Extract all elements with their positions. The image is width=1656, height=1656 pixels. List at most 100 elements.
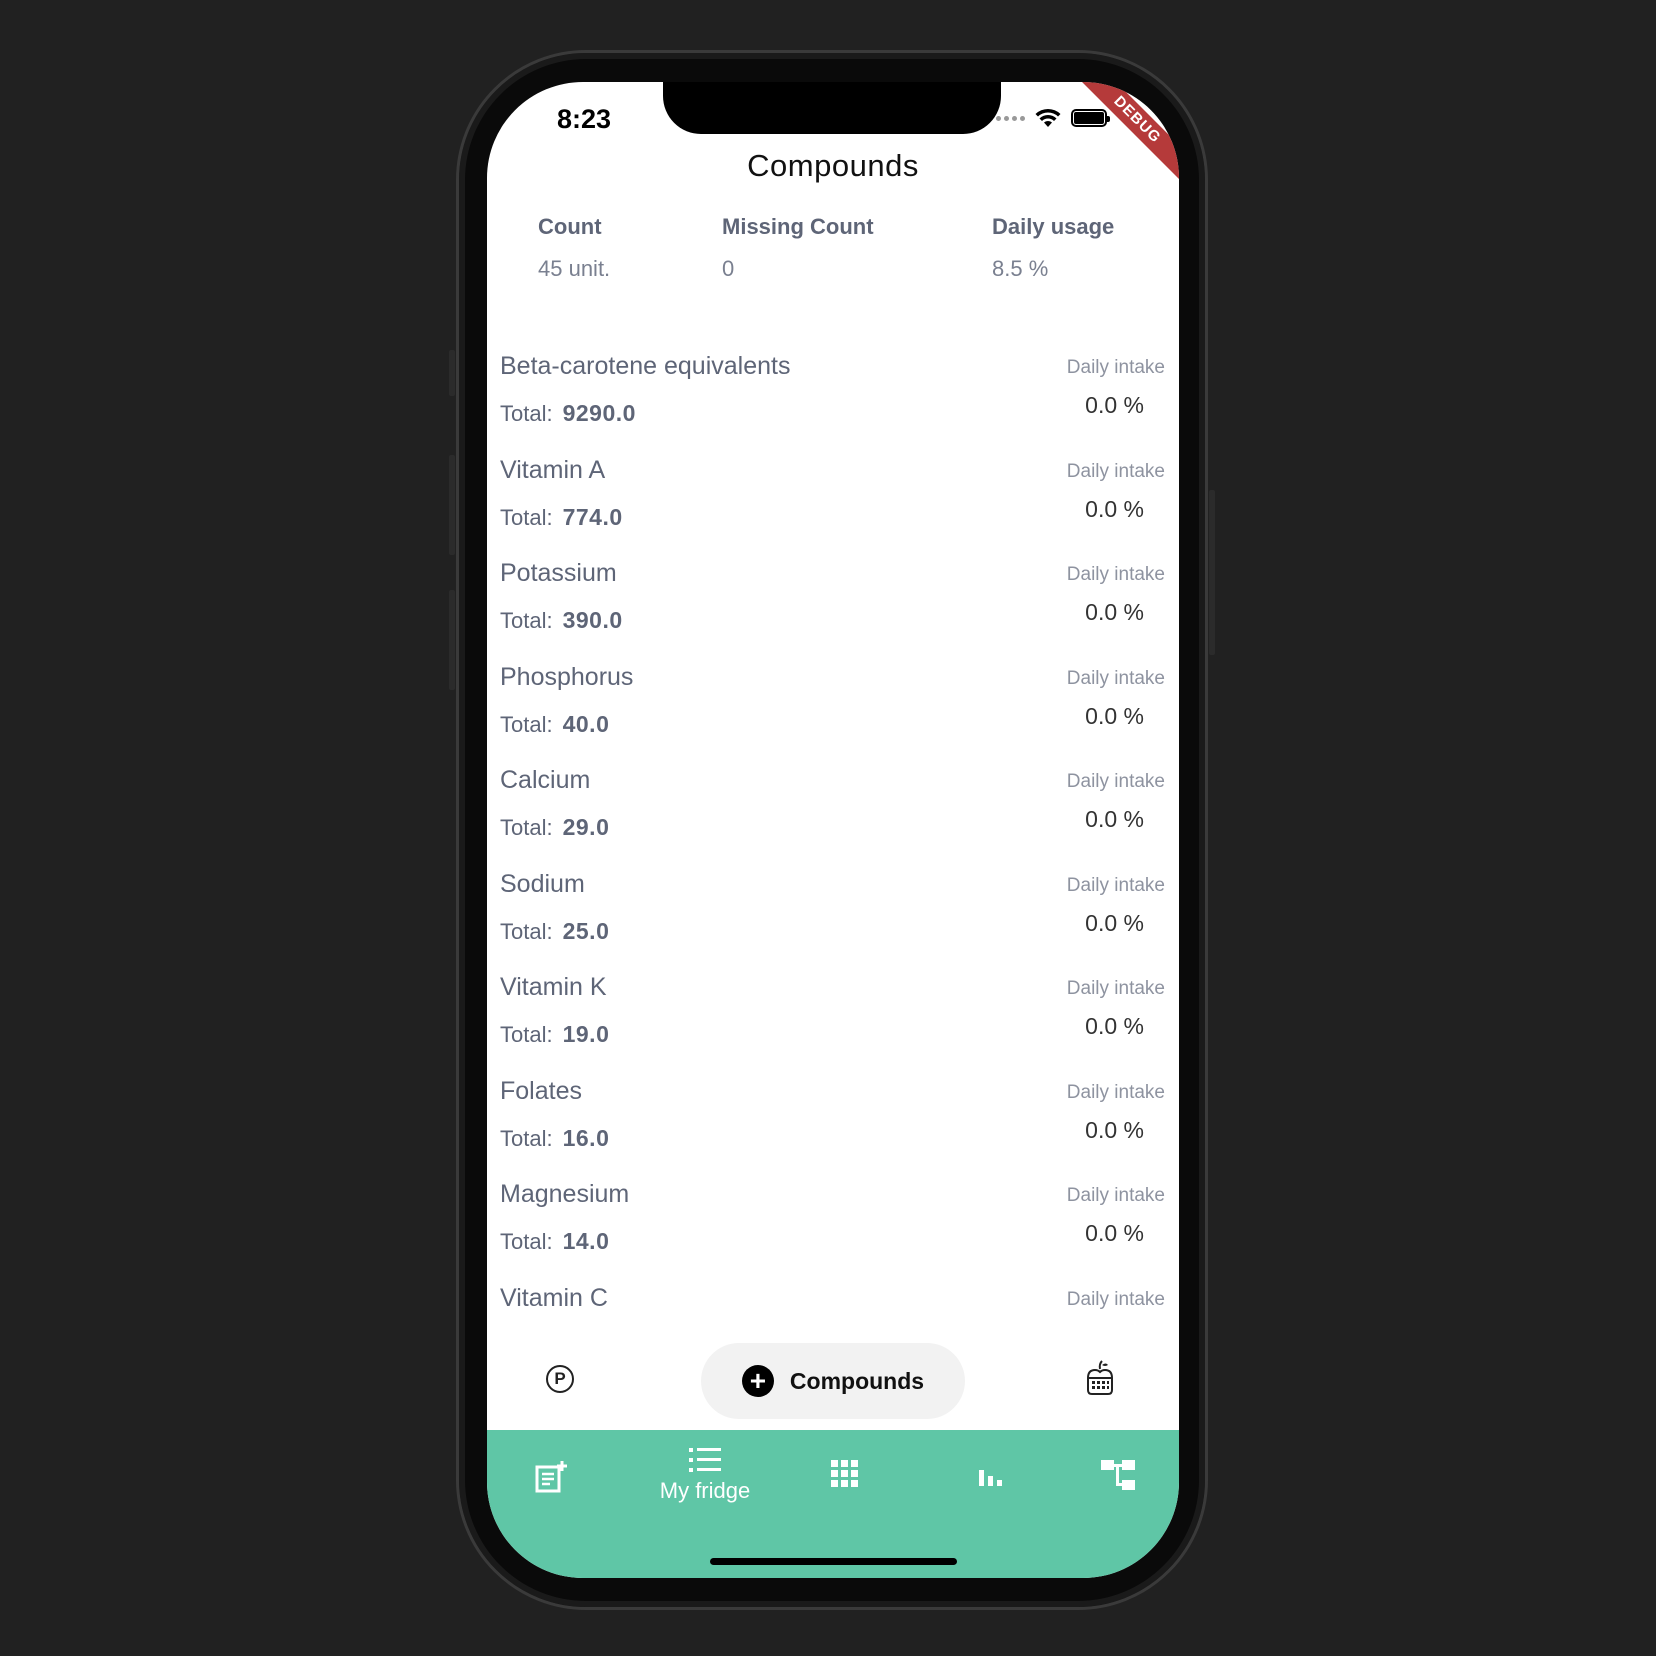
- volume-down-button: [449, 590, 455, 690]
- stat-count: Count 45 unit.: [538, 214, 610, 282]
- tab-grid[interactable]: [831, 1460, 859, 1493]
- tab-statistics[interactable]: [977, 1462, 1003, 1493]
- list-item[interactable]: Potassium Total: 390.0 Daily intake 0.0 %: [487, 559, 1179, 663]
- tree-icon: [1101, 1460, 1135, 1490]
- compound-name: Folates: [500, 1076, 582, 1105]
- total-prefix: Total:: [500, 608, 553, 633]
- total-value: 774.0: [562, 503, 623, 530]
- note-add-icon: [535, 1461, 567, 1493]
- compound-total: Total: 40.0: [500, 711, 609, 738]
- compound-name: Phosphorus: [500, 662, 634, 691]
- compound-total: Total: 19.0: [500, 1021, 609, 1048]
- list-item[interactable]: Vitamin A Total: 774.0 Daily intake 0.0 %: [487, 456, 1179, 560]
- total-prefix: Total:: [500, 1229, 553, 1254]
- compound-total: Total: 9290.0: [500, 400, 636, 427]
- compound-name: Potassium: [500, 559, 617, 587]
- total-prefix: Total:: [500, 815, 553, 840]
- total-value: 16.0: [562, 1124, 610, 1151]
- page-title: Compounds: [747, 148, 919, 183]
- daily-intake-label: Daily intake: [1066, 978, 1165, 999]
- total-value: 9290.0: [562, 400, 636, 426]
- compound-name: Vitamin C: [500, 1283, 608, 1312]
- list-item[interactable]: Phosphorus Total: 40.0 Daily intake 0.0 %: [487, 663, 1179, 767]
- list-icon: [689, 1448, 721, 1472]
- total-value: 19.0: [562, 1021, 610, 1047]
- stat-value: 8.5 %: [992, 256, 1049, 281]
- daily-intake-label: Daily intake: [1066, 564, 1165, 585]
- list-item[interactable]: Sodium Total: 25.0 Daily intake 0.0 %: [487, 870, 1179, 974]
- stat-missing-count: Missing Count 0: [722, 214, 874, 282]
- list-item[interactable]: Calcium Total: 29.0 Daily intake 0.0 %: [487, 766, 1179, 870]
- total-prefix: Total:: [500, 918, 553, 944]
- compounds-button[interactable]: + Compounds: [701, 1343, 965, 1419]
- daily-intake-value: 0.0 %: [1085, 806, 1144, 832]
- compound-total: Total: 774.0: [500, 504, 623, 531]
- tab-tree[interactable]: [1101, 1460, 1135, 1495]
- power-button: [1209, 490, 1215, 655]
- wifi-icon: [1035, 108, 1061, 127]
- bottom-tab-bar: My fridge: [487, 1430, 1179, 1578]
- daily-intake-value: 0.0 %: [1085, 1220, 1144, 1246]
- total-prefix: Total:: [500, 1125, 553, 1151]
- compounds-button-label: Compounds: [789, 1367, 925, 1394]
- stat-daily-usage: Daily usage 8.5 %: [992, 214, 1114, 282]
- notch: [663, 82, 1001, 134]
- daily-intake-value: 0.0 %: [1085, 909, 1144, 936]
- list-item[interactable]: Folates Total: 16.0 Daily intake 0.0 %: [487, 1077, 1179, 1181]
- daily-intake-value: 0.0 %: [1085, 1013, 1144, 1039]
- signal-icon: [996, 115, 1025, 121]
- bar-chart-icon: [979, 1470, 1002, 1486]
- action-bar: P + Compounds: [487, 1328, 1179, 1430]
- stat-label: Daily usage: [992, 214, 1115, 239]
- total-prefix: Total:: [500, 711, 553, 737]
- total-value: 40.0: [562, 710, 610, 737]
- tab-label: My fridge: [659, 1478, 751, 1503]
- fridge-apple-icon[interactable]: [1085, 1360, 1115, 1396]
- total-value: 29.0: [562, 814, 610, 840]
- list-item[interactable]: Beta-carotene equivalents Total: 9290.0 D…: [487, 352, 1179, 456]
- daily-intake-value: 0.0 %: [1085, 702, 1144, 729]
- daily-intake-value: 0.0 %: [1085, 495, 1144, 522]
- stat-value: 45 unit.: [538, 256, 611, 281]
- daily-intake-value: 0.0 %: [1085, 599, 1144, 625]
- total-value: 14.0: [562, 1228, 610, 1254]
- compound-name: Sodium: [500, 869, 585, 898]
- tab-my-fridge[interactable]: My fridge: [655, 1447, 755, 1504]
- status-icons: [996, 108, 1110, 128]
- list-item[interactable]: Vitamin K Total: 19.0 Daily intake 0.0 %: [487, 973, 1179, 1077]
- total-prefix: Total:: [500, 1022, 553, 1047]
- total-value: 25.0: [562, 917, 610, 944]
- mute-switch: [449, 350, 455, 396]
- stat-label: Count: [538, 214, 602, 239]
- compound-name: Vitamin A: [500, 455, 606, 484]
- p-circle-icon[interactable]: P: [546, 1365, 574, 1393]
- compound-total: Total: 390.0: [500, 607, 623, 634]
- compound-total: Total: 14.0: [500, 1228, 609, 1255]
- grid-icon: [831, 1460, 858, 1487]
- compound-name: Beta-carotene equivalents: [500, 352, 791, 380]
- list-item[interactable]: Magnesium Total: 14.0 Daily intake 0.0 %: [487, 1180, 1179, 1284]
- compound-name: Magnesium: [500, 1180, 630, 1208]
- app-screen: 8:23 DEBUG Compounds Count 45 unit. Miss…: [487, 82, 1179, 1578]
- total-value: 390.0: [562, 607, 623, 633]
- compound-name: Calcium: [500, 766, 591, 794]
- daily-intake-label: Daily intake: [1066, 667, 1165, 689]
- total-prefix: Total:: [500, 504, 553, 530]
- status-time: 8:23: [557, 104, 612, 134]
- daily-intake-label: Daily intake: [1066, 771, 1165, 792]
- daily-intake-label: Daily intake: [1066, 1185, 1165, 1206]
- daily-intake-label: Daily intake: [1066, 1081, 1165, 1103]
- daily-intake-label: Daily intake: [1066, 357, 1165, 378]
- daily-intake-label: Daily intake: [1066, 874, 1165, 896]
- tab-note-add[interactable]: [534, 1460, 568, 1499]
- stat-value: 0: [722, 256, 735, 281]
- battery-icon: [1071, 109, 1110, 127]
- compound-total: Total: 29.0: [500, 814, 609, 841]
- compound-name: Vitamin K: [500, 973, 607, 1001]
- daily-intake-label: Daily intake: [1066, 460, 1165, 482]
- stat-label: Missing Count: [722, 214, 874, 239]
- daily-intake-value: 0.0 %: [1085, 392, 1144, 418]
- compound-total: Total: 25.0: [500, 918, 609, 945]
- compound-list[interactable]: Beta-carotene equivalents Total: 9290.0 D…: [487, 352, 1179, 1387]
- daily-intake-value: 0.0 %: [1085, 1116, 1144, 1143]
